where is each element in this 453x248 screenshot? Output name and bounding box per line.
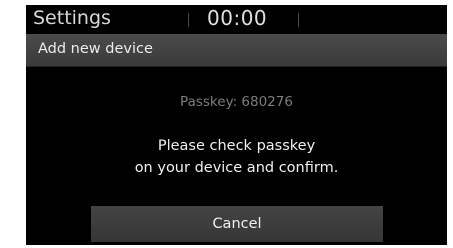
status-divider	[188, 13, 189, 27]
confirm-message-line1: Please check passkey	[157, 138, 316, 154]
status-title: Settings	[33, 7, 111, 29]
confirm-message-line2: on your device and confirm.	[134, 160, 339, 176]
page-header: Add new device	[26, 34, 447, 67]
cancel-button[interactable]: Cancel	[91, 206, 383, 242]
status-clock: 00:00	[207, 6, 268, 30]
head-unit-screen: Settings 00:00 Add new device Passkey: 6…	[26, 5, 447, 245]
passkey-text: Passkey: 680276	[180, 94, 293, 110]
page-title: Add new device	[38, 41, 153, 57]
status-divider	[298, 13, 299, 27]
confirm-message: Please check passkey on your device and …	[26, 135, 447, 179]
status-bar: Settings 00:00	[26, 5, 447, 34]
